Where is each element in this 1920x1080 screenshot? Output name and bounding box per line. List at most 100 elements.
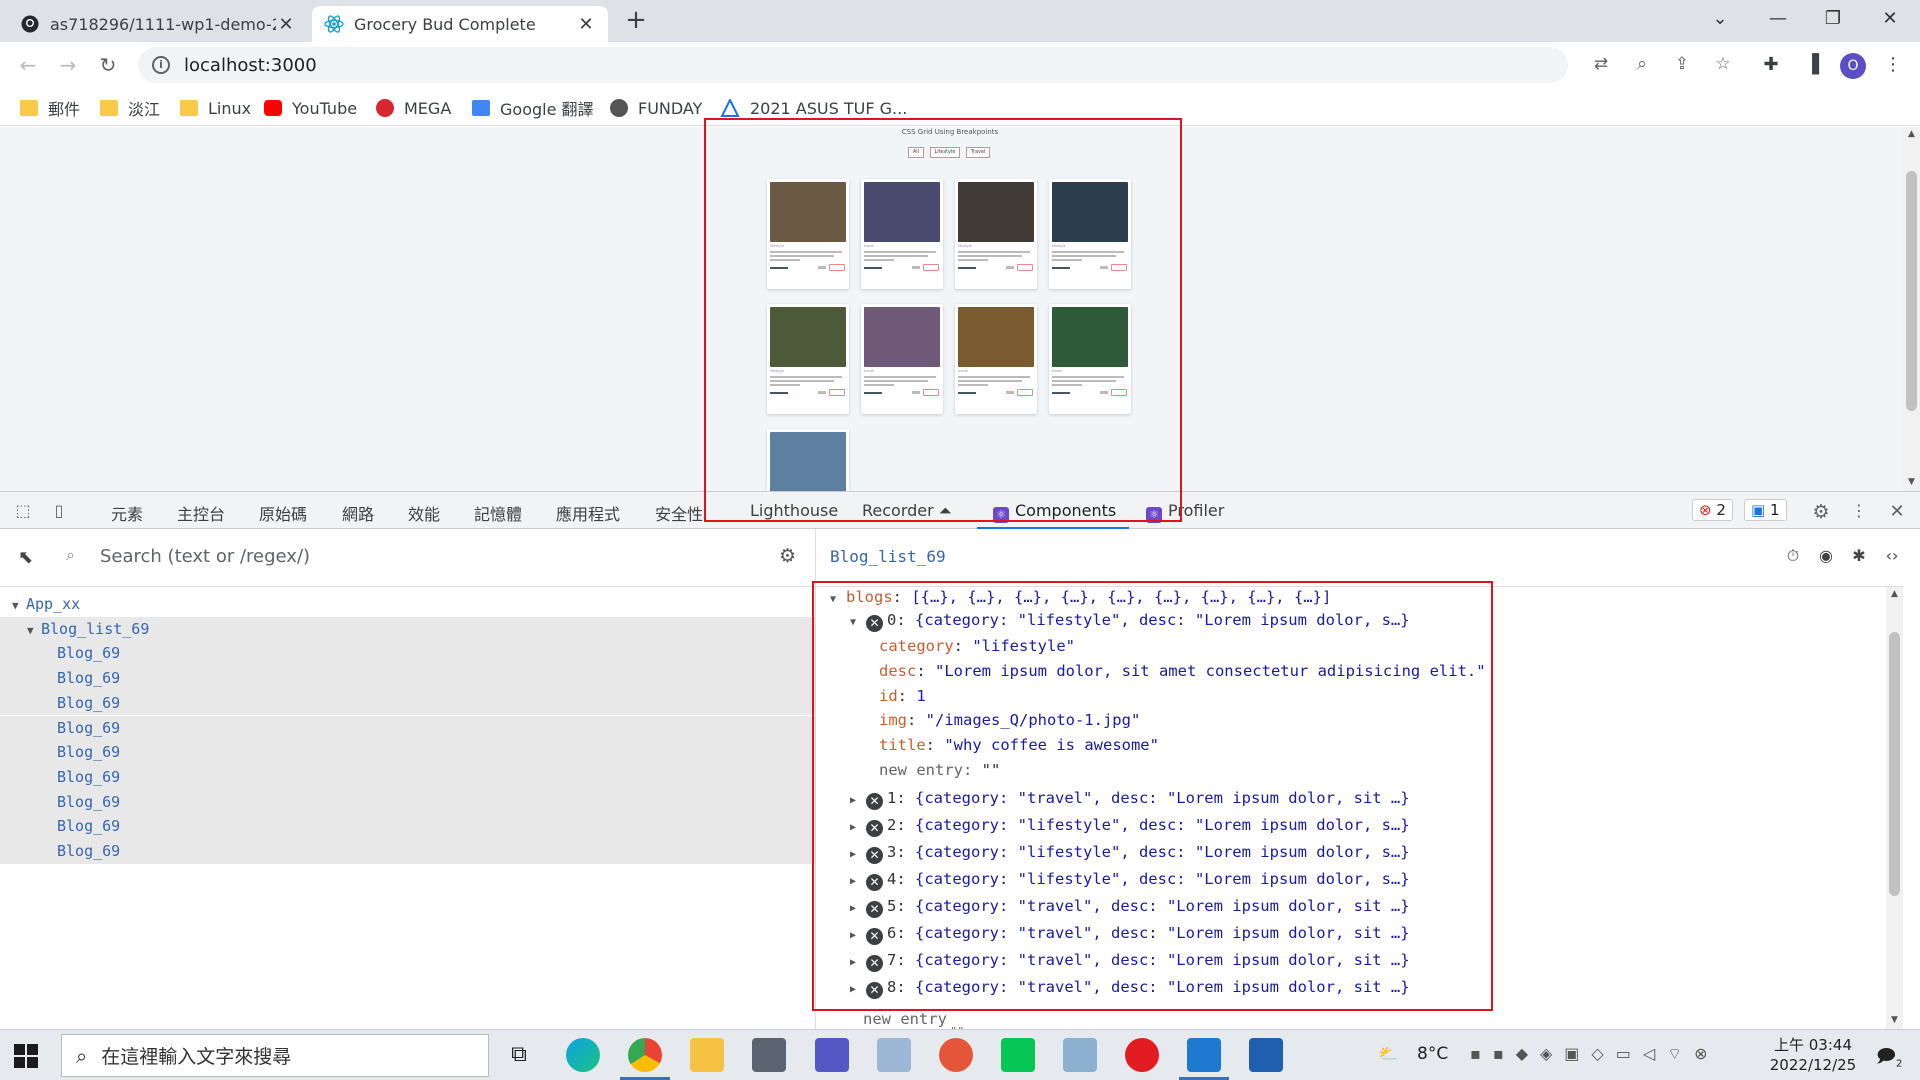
blog-card-author[interactable] <box>770 267 788 269</box>
tab-components[interactable]: ⚛ Components <box>993 501 1116 523</box>
expand-triangle-icon[interactable]: ▶ <box>850 952 866 974</box>
new-entry-value[interactable]: "" <box>982 761 1001 779</box>
blog-card[interactable]: lifestyle <box>767 304 849 414</box>
tab-security[interactable]: 安全性 <box>655 501 703 525</box>
paint3d-icon[interactable] <box>1063 1038 1097 1072</box>
expand-triangle-icon[interactable]: ▶ <box>850 871 866 893</box>
expand-triangle-icon[interactable]: ▶ <box>850 817 866 839</box>
blog-item[interactable]: ▶ ✕ 6: {category: "travel", desc: "Lorem i… <box>850 922 1410 947</box>
prop-value[interactable]: "why coffee is awesome" <box>944 736 1159 754</box>
blog-card[interactable]: travel <box>767 429 849 491</box>
blog-card[interactable]: travel <box>955 304 1037 414</box>
component-search-input[interactable]: Search (text or /regex/) <box>100 546 310 567</box>
blog-card-author[interactable] <box>864 267 882 269</box>
weather-temperature[interactable]: 8°C <box>1417 1044 1448 1064</box>
view-source-icon[interactable]: ‹› <box>1881 546 1903 568</box>
remove-item-icon[interactable]: ✕ <box>866 982 883 999</box>
blog-item[interactable]: ▶ ✕ 7: {category: "travel", desc: "Lorem i… <box>850 949 1410 974</box>
remove-item-icon[interactable]: ✕ <box>866 874 883 891</box>
tab-lighthouse[interactable]: Lighthouse <box>750 501 838 520</box>
trailing-new-entry[interactable]: new entry <box>863 1008 947 1030</box>
tree-node-blog[interactable]: Blog_69 <box>0 690 815 716</box>
windows-start-icon[interactable] <box>14 1044 38 1068</box>
calculator-icon[interactable] <box>752 1038 786 1072</box>
tree-node-blog[interactable]: Blog_69 <box>0 764 815 790</box>
tab-github[interactable]: as718296/1111-wp1-demo-21 ✕ <box>8 6 308 42</box>
blog-card-read-more-button[interactable] <box>1111 264 1127 271</box>
prop-blogs[interactable]: ▼ blogs: [{…}, {…}, {…}, {…}, {…}, {…}, {… <box>830 586 1331 611</box>
bookmark-mail[interactable]: 郵件 <box>20 96 80 120</box>
tree-node-blog[interactable]: Blog_69 <box>0 789 815 815</box>
bookmark-asus[interactable]: 2021 ASUS TUF G... <box>720 96 907 120</box>
expand-triangle-icon[interactable]: ▼ <box>830 589 846 611</box>
bookmark-linux[interactable]: Linux <box>180 96 251 120</box>
prop-field-desc[interactable]: desc: "Lorem ipsum dolor, sit amet conse… <box>879 660 1486 682</box>
scrollbar-thumb[interactable] <box>1906 171 1917 411</box>
tree-node-blog[interactable]: Blog_69 <box>0 839 815 864</box>
blog-card[interactable]: travel <box>861 179 943 289</box>
new-tab-button[interactable]: + <box>624 7 648 34</box>
remove-item-icon[interactable]: ✕ <box>866 901 883 918</box>
remove-item-icon[interactable]: ✕ <box>866 793 883 810</box>
remove-item-icon[interactable]: ✕ <box>866 847 883 864</box>
task-view-icon[interactable]: ⧉ <box>502 1038 536 1072</box>
menu-kebab-icon[interactable]: ⋮ <box>1880 52 1906 78</box>
prop-field-id[interactable]: id: 1 <box>879 685 926 707</box>
remove-item-icon[interactable]: ✕ <box>866 955 883 972</box>
scroll-down-icon[interactable]: ▼ <box>1903 477 1920 487</box>
tree-node-blog[interactable]: Blog_69 <box>0 641 815 667</box>
line-icon[interactable] <box>1001 1038 1035 1072</box>
profile-avatar[interactable]: O <box>1840 53 1866 79</box>
zoom-icon[interactable]: ⌕ <box>1630 52 1654 76</box>
blog-item[interactable]: ▶ ✕ 5: {category: "travel", desc: "Lorem i… <box>850 895 1410 920</box>
tree-node-blog[interactable]: Blog_69 <box>0 814 815 839</box>
props-scrollbar[interactable]: ▲ ▼ <box>1886 587 1903 1029</box>
blog-item[interactable]: ▶ ✕ 1: {category: "travel", desc: "Lorem i… <box>850 787 1410 812</box>
reload-icon[interactable]: ↻ <box>94 51 122 79</box>
blog-card-author[interactable] <box>770 392 788 394</box>
expand-triangle-icon[interactable]: ▼ <box>27 619 41 643</box>
tab-memory[interactable]: 記憶體 <box>474 501 522 525</box>
blog-card[interactable]: travel <box>1049 304 1131 414</box>
tab-console[interactable]: 主控台 <box>177 501 225 525</box>
weather-icon[interactable]: ⛅ <box>1378 1044 1398 1063</box>
blog-card-read-more-button[interactable] <box>1111 389 1127 396</box>
vscode-icon[interactable] <box>1179 1038 1229 1080</box>
error-count-badge[interactable]: ⊗ 2 <box>1692 499 1733 521</box>
close-devtools-icon[interactable]: ✕ <box>1886 501 1908 522</box>
prop-field-img[interactable]: img: "/images_Q/photo-1.jpg" <box>879 709 1140 731</box>
blog-card[interactable]: lifestyle <box>767 179 849 289</box>
expand-triangle-icon[interactable]: ▼ <box>12 594 26 618</box>
restore-button[interactable]: ❐ <box>1813 6 1853 32</box>
bookmark-star-icon[interactable]: ☆ <box>1711 52 1735 76</box>
blog-card-author[interactable] <box>1052 392 1070 394</box>
tree-node-app-xx[interactable]: ▼ App_xx <box>0 592 815 617</box>
stopwatch-icon[interactable]: ⏱ <box>1782 546 1804 568</box>
close-icon[interactable]: ✕ <box>576 14 596 35</box>
chrome-icon[interactable] <box>620 1038 670 1080</box>
blog-item-0[interactable]: ▼ ✕ 0: {category: "lifestyle", desc: "Lore… <box>850 609 1410 634</box>
filter-all-button[interactable]: All <box>908 147 924 158</box>
message-count-badge[interactable]: ▣ 1 <box>1744 499 1787 521</box>
select-element-icon[interactable]: ⬉ <box>18 547 33 568</box>
expand-triangle-icon[interactable]: ▶ <box>850 925 866 947</box>
system-tray-icons[interactable]: ▪▪◆◈▣◇▭◁⌔⊗ <box>1470 1044 1720 1064</box>
expand-triangle-icon[interactable]: ▶ <box>850 844 866 866</box>
system-clock[interactable]: 上午 03:44 2022/12/25 <box>1769 1035 1857 1075</box>
blog-card-author[interactable] <box>1052 267 1070 269</box>
side-panel-icon[interactable]: ▐ <box>1799 52 1825 78</box>
address-bar[interactable]: i localhost:3000 <box>138 47 1568 83</box>
back-arrow-icon[interactable]: ← <box>14 51 42 79</box>
expand-triangle-icon[interactable]: ▶ <box>850 979 866 1001</box>
snipping-tool-icon[interactable] <box>939 1038 973 1072</box>
tab-profiler[interactable]: ⚛ Profiler <box>1146 501 1224 523</box>
scroll-down-icon[interactable]: ▼ <box>1886 1015 1903 1025</box>
remove-item-icon[interactable]: ✕ <box>866 615 883 632</box>
bug-icon[interactable]: ✱ <box>1848 546 1870 568</box>
prop-value[interactable]: 1 <box>916 687 925 705</box>
tree-node-blog[interactable]: Blog_69 <box>0 715 815 741</box>
extensions-icon[interactable]: ✚ <box>1758 52 1784 78</box>
filter-travel-button[interactable]: Travel <box>966 147 990 158</box>
tab-recorder[interactable]: Recorder ⏶ <box>862 501 952 521</box>
blog-item[interactable]: ▶ ✕ 4: {category: "lifestyle", desc: "Lore… <box>850 868 1410 893</box>
